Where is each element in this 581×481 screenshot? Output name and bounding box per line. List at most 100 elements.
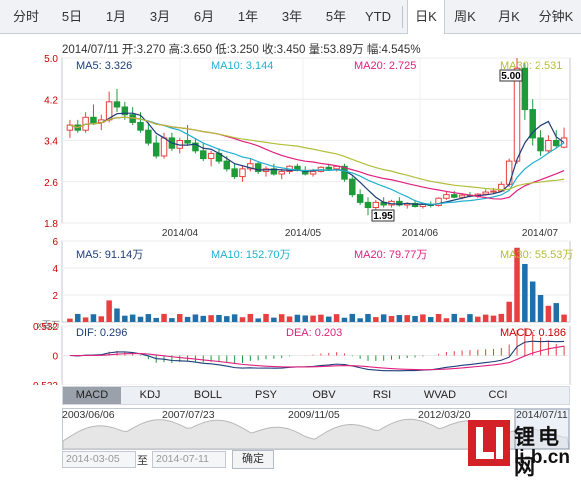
candle-body [451,194,458,198]
volume-bar [239,317,246,322]
indicator-wvad[interactable]: WVAD [411,387,469,404]
indicator-rsi[interactable]: RSI [353,387,411,404]
volume-tick: 4 [52,264,58,275]
range-from-input[interactable]: 2014-03-05 [62,451,136,468]
macd-tick: -0.532 [30,381,59,385]
candle-body [207,152,215,160]
time-tick: 2014/06 [402,228,439,239]
volume-bar [169,318,175,322]
candle-body [223,160,231,170]
volume-bar [302,315,308,322]
volume-bar [490,315,497,322]
volume-bar [90,314,97,322]
candle-body [356,194,364,203]
volume-bar [529,281,536,322]
candle-body [443,194,450,199]
volume-bar [216,314,222,322]
volume-bar [333,314,340,322]
candle-body [513,67,521,162]
volume-bar [137,316,144,322]
indicator-psy[interactable]: PSY [237,387,295,404]
volume-bar [537,295,544,322]
ma20-line [69,116,565,200]
volume-bar [263,313,269,322]
candle-body [372,201,380,209]
volume-bar [545,305,552,322]
volume-bar [75,313,81,322]
candle-body [90,116,97,123]
time-tick: 2014/05 [285,228,322,239]
volume-bar [129,314,136,322]
range-to-input[interactable]: 2014-07-11 [152,451,226,468]
volume-bar [318,314,324,322]
volume-bar [247,313,254,322]
low-marker: 1.95 [373,211,393,222]
candle-body [458,194,466,198]
volume-bar [200,315,207,322]
vol-ma10-label: MA10: 152.70万 [211,249,291,261]
vol-ma30-label: MA30: 55.53万 [500,249,574,261]
volume-bar [341,317,348,322]
candle-body [145,129,152,144]
volume-bar [278,314,285,322]
candle-body [490,190,497,193]
volume-bar [184,316,191,322]
volume-bar [553,303,559,322]
volume-bar [522,263,528,322]
volume-bar [161,313,167,322]
candle-body [325,166,333,170]
indicator-cci[interactable]: CCI [469,387,527,404]
navigator-date: 2007/07/23 [162,409,215,421]
candle-body [521,67,529,111]
vol-ma20-label: MA20: 79.77万 [354,249,428,261]
candle-body [278,170,285,175]
volume-bar [106,300,112,322]
navigator-date: 2012/03/20 [418,409,471,421]
volume-bar [427,317,434,322]
candle-body [537,137,544,152]
volume-bar [459,317,465,322]
price-tick: 4.2 [44,95,58,106]
volume-bar [467,314,473,322]
ma30-line [69,116,565,191]
volume-bar [145,314,152,322]
volume-bar [208,315,214,322]
volume-bar [365,313,371,322]
candle-body [184,140,191,144]
volume-bar [420,314,426,322]
candle-body [160,137,168,157]
volume-bar [310,315,316,322]
volume-bar [98,316,105,322]
range-separator: 至 [137,455,148,467]
volume-bar [404,315,410,322]
volume-bar [412,315,418,322]
macd-tick: 0 [52,352,58,363]
volume-bar [176,314,183,322]
dea-label: DEA: 0.203 [286,327,343,339]
volume-bar [380,314,387,322]
volume-bar [255,318,261,322]
volume-bar [349,313,356,322]
volume-bar [224,316,230,322]
indicator-obv[interactable]: OBV [295,387,353,404]
candle-body [545,140,552,152]
ma10-line [69,116,565,205]
ma5-line [69,112,565,206]
price-tick: 2.6 [44,178,58,189]
volume-bar [82,317,89,322]
indicator-boll[interactable]: BOLL [179,387,237,404]
volume-bar [114,308,120,322]
volume-bar [192,314,199,322]
volume-bar [396,315,403,322]
candle-body [309,170,317,175]
confirm-button[interactable]: 确定 [232,450,274,469]
volume-bar [122,315,128,322]
high-marker: 5.00 [501,71,521,82]
volume-bar [561,314,567,322]
volume-bar [506,301,512,322]
volume-bar [443,318,450,322]
dif-label: DIF: 0.296 [76,327,128,339]
indicator-kdj[interactable]: KDJ [121,387,179,404]
vol-ma5-label: MA5: 91.14万 [76,249,144,261]
indicator-macd[interactable]: MACD [63,387,121,404]
